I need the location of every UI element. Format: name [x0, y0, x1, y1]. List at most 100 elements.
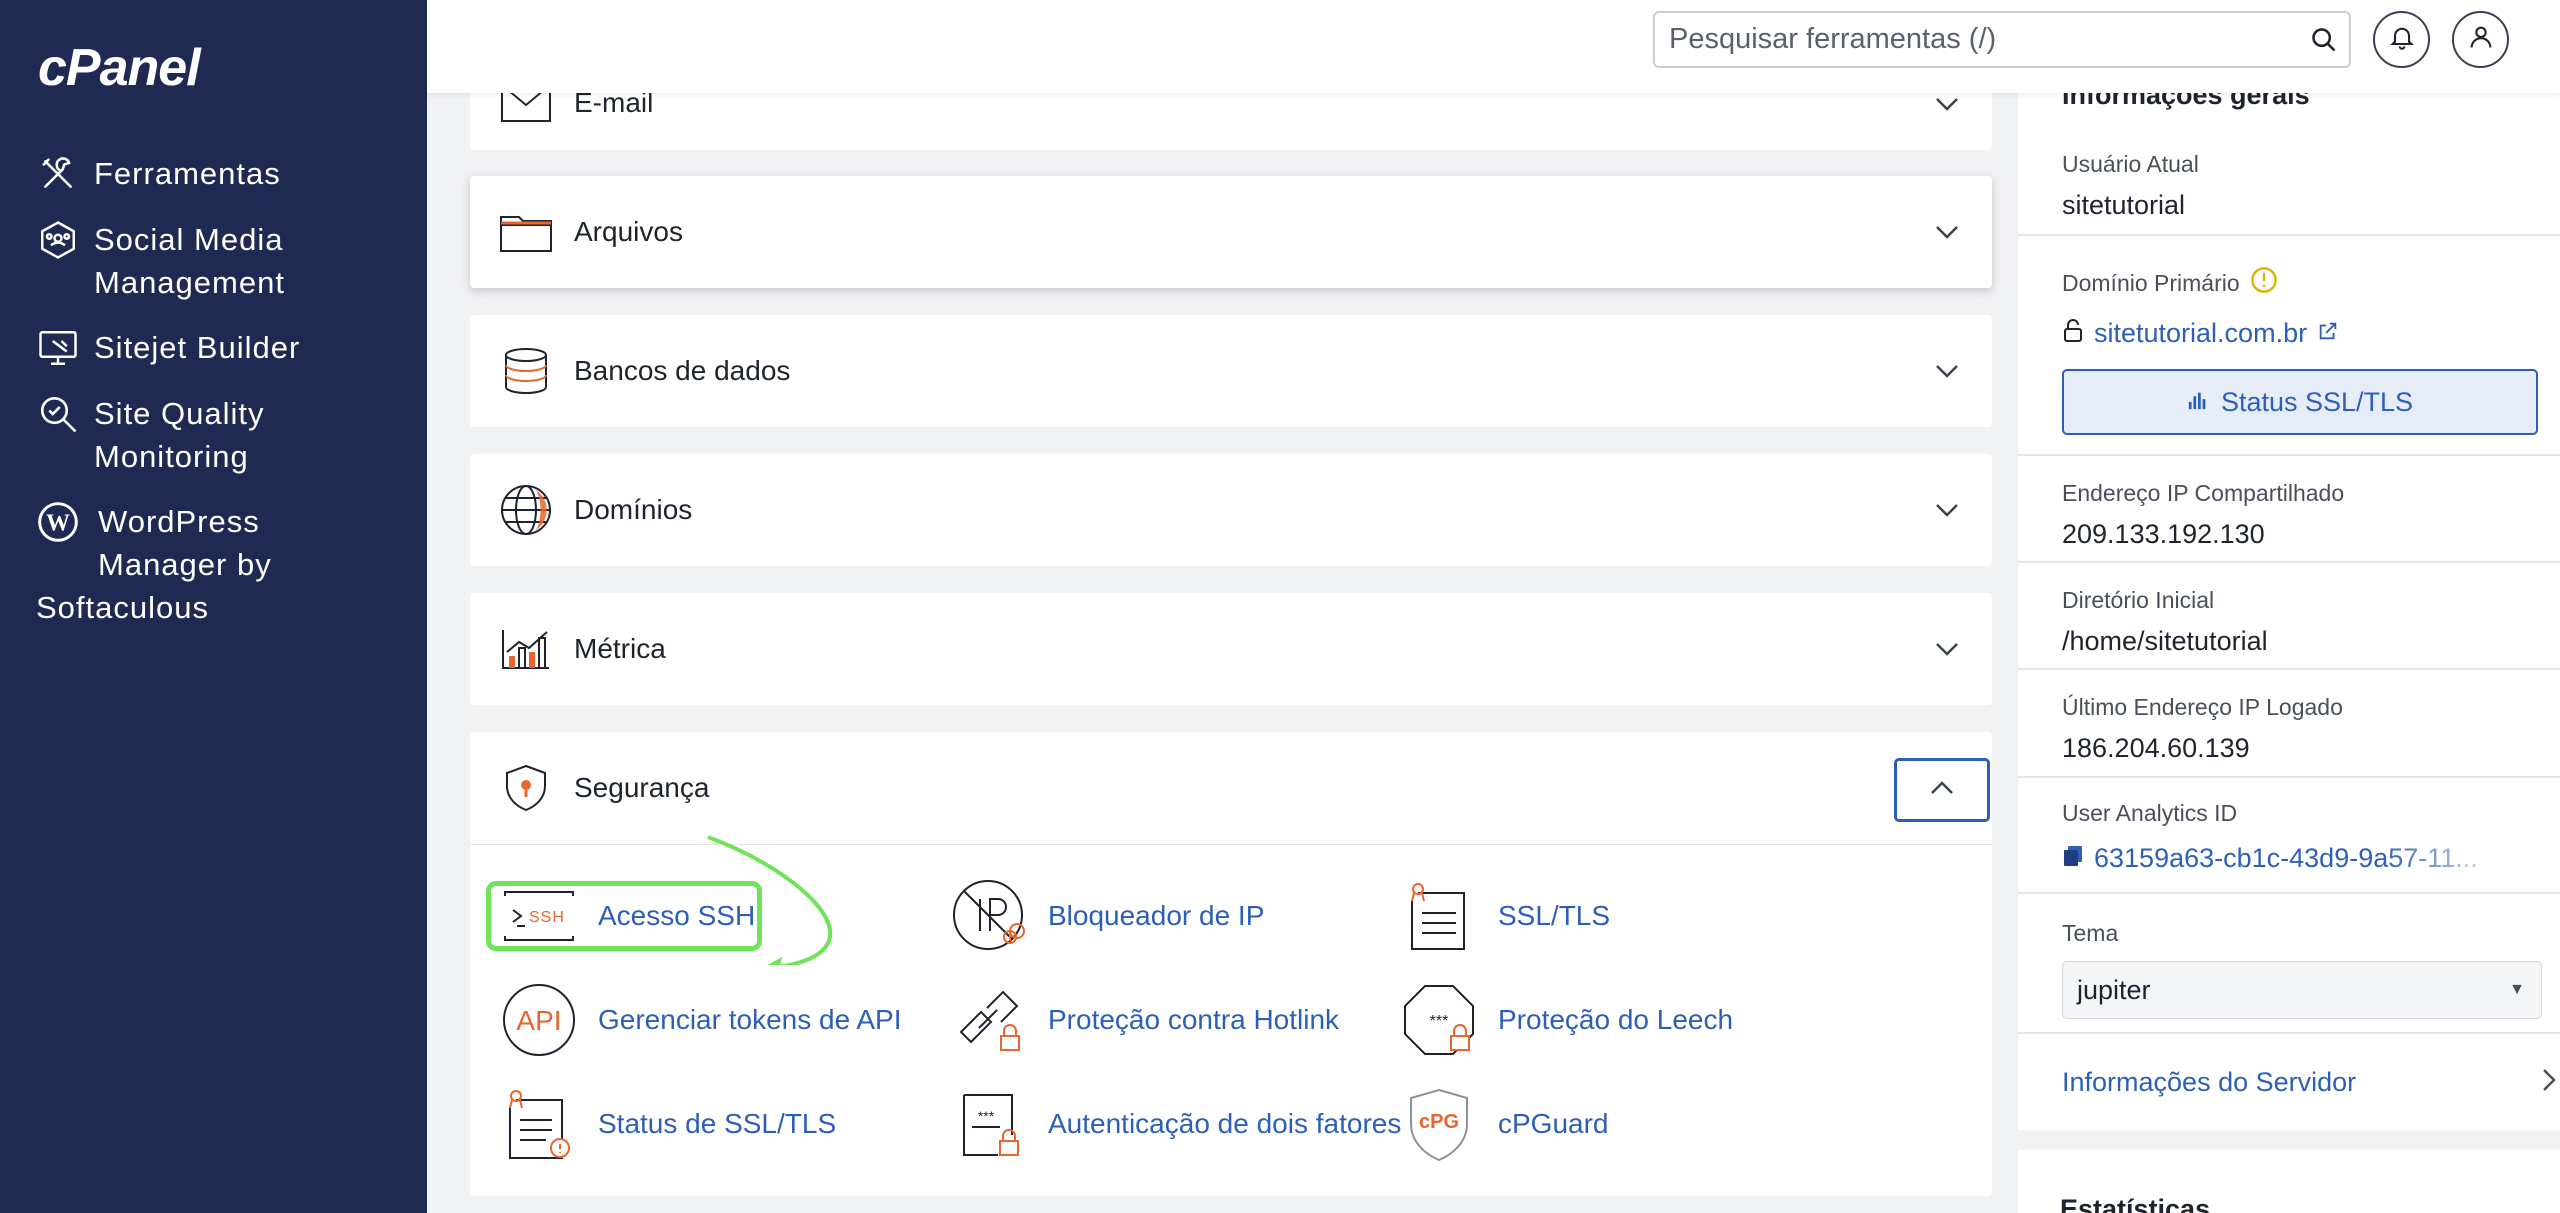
tool-label: Gerenciar tokens de API	[598, 1004, 902, 1035]
sidebar-item-label: WordPress	[98, 504, 260, 539]
analytics-id-value[interactable]: 63159a63-cb1c-43d9-9a57-11...	[2094, 843, 2478, 874]
chevron-right-icon	[2542, 1068, 2556, 1097]
tool-protecao-hotlink[interactable]: Proteção contra Hotlink	[950, 980, 1339, 1060]
sidebar-item-sitejet[interactable]: Sitejet Builder	[36, 326, 416, 370]
panel-dominios[interactable]: Domínios	[470, 454, 1992, 566]
chevron-up-icon	[1930, 780, 1954, 800]
dropdown-arrow-icon: ▼	[2509, 981, 2525, 998]
tool-label: Bloqueador de IP	[1048, 900, 1265, 931]
cpanel-logo[interactable]: cPanel	[38, 38, 201, 98]
svg-text:W: W	[46, 510, 70, 536]
panel-arquivos[interactable]: Arquivos	[470, 176, 1992, 288]
server-info-row[interactable]: Informações do Servidor	[2018, 1034, 2560, 1130]
warning-icon[interactable]	[2250, 266, 2278, 300]
sidebar-item-wordpress[interactable]: W WordPress Manager by Softaculous	[36, 500, 416, 629]
tool-label: Status de SSL/TLS	[598, 1108, 837, 1139]
sidebar-item-social-media[interactable]: Social Media Management	[36, 218, 416, 304]
chevron-down-icon[interactable]	[1932, 356, 1962, 386]
copy-icon[interactable]	[2062, 844, 2084, 873]
external-link-icon[interactable]	[2317, 320, 2339, 347]
two-factor-icon: ***	[950, 1085, 1028, 1163]
current-user-value: sitetutorial	[2062, 190, 2186, 220]
sidebar: cPanel Ferramentas Social Media Managemen…	[0, 0, 427, 1213]
cpguard-icon: cPG	[1400, 1085, 1478, 1163]
ssl-status-button-label: Status SSL/TLS	[2220, 386, 2414, 417]
chevron-down-icon[interactable]	[1932, 495, 1962, 525]
current-user-label: Usuário Atual	[2062, 151, 2199, 177]
sidebar-item-label: Sitejet Builder	[94, 330, 301, 365]
primary-domain-link[interactable]: sitetutorial.com.br	[2094, 318, 2307, 349]
info-panel-gap	[2018, 1130, 2560, 1150]
tool-protecao-leech[interactable]: *** Proteção do Leech	[1400, 980, 1733, 1060]
analytics-section: User Analytics ID 63159a63-cb1c-43d9-9a5…	[2018, 778, 2560, 894]
social-media-icon	[36, 218, 80, 262]
shared-ip-value: 209.133.192.130	[2062, 519, 2265, 549]
shared-ip-label: Endereço IP Compartilhado	[2062, 480, 2345, 506]
tool-gerenciar-tokens-api[interactable]: API Gerenciar tokens de API	[500, 980, 902, 1060]
search-input[interactable]	[1655, 23, 2299, 56]
ssl-certificate-icon	[1400, 877, 1478, 955]
primary-domain-section: Domínio Primário sitetutorial.com.br Sta…	[2018, 236, 2560, 456]
seguranca-tools-grid: SSH Acesso SSH Bloqueador de IP SSL/TLS …	[470, 835, 1992, 1162]
shared-ip-section: Endereço IP Compartilhado 209.133.192.13…	[2018, 456, 2560, 563]
annotation-arrow	[707, 835, 833, 965]
sidebar-item-ferramentas[interactable]: Ferramentas	[36, 152, 416, 196]
tool-autenticacao-dois-fatores[interactable]: *** Autenticação de dois fatores	[950, 1084, 1401, 1164]
sidebar-item-label: Management	[94, 265, 285, 300]
panel-title: Métrica	[574, 633, 666, 664]
svg-text:cPG: cPG	[1419, 1111, 1459, 1133]
api-icon: API	[500, 981, 578, 1059]
sidebar-item-label: Ferramentas	[94, 156, 281, 191]
notifications-button[interactable]	[2373, 11, 2430, 68]
chevron-down-icon[interactable]	[1932, 217, 1962, 247]
theme-select-value: jupiter	[2077, 974, 2151, 1005]
user-menu-button[interactable]	[2452, 11, 2509, 68]
tool-status-ssl-tls[interactable]: Status de SSL/TLS	[500, 1084, 836, 1164]
panel-metrica[interactable]: Métrica	[470, 593, 1992, 705]
panel-title: Bancos de dados	[574, 355, 791, 386]
info-panel: Informações gerais Usuário Atual sitetut…	[2018, 0, 2560, 1213]
primary-domain-label: Domínio Primário	[2062, 269, 2240, 296]
chevron-down-icon[interactable]	[1932, 89, 1962, 119]
svg-text:API: API	[516, 1005, 561, 1036]
home-dir-label: Diretório Inicial	[2062, 587, 2215, 613]
tool-label: Autenticação de dois fatores	[1048, 1108, 1402, 1139]
server-info-link[interactable]: Informações do Servidor	[2062, 1067, 2356, 1098]
user-icon	[2467, 23, 2495, 56]
chevron-down-icon[interactable]	[1932, 634, 1962, 664]
tool-label: cPGuard	[1498, 1108, 1609, 1139]
tools-icon	[36, 152, 80, 196]
top-bar	[427, 0, 2560, 93]
wordpress-icon: W	[36, 500, 80, 544]
panel-title: Segurança	[574, 772, 710, 803]
tool-cpguard[interactable]: cPG cPGuard	[1400, 1084, 1609, 1164]
tool-bloqueador-de-ip[interactable]: Bloqueador de IP	[950, 876, 1264, 956]
theme-label: Tema	[2062, 920, 2119, 946]
collapse-button[interactable]	[1894, 758, 1990, 822]
sidebar-item-site-quality[interactable]: Site Quality Monitoring	[36, 392, 416, 478]
tool-label: Proteção do Leech	[1498, 1004, 1734, 1035]
tool-label: SSL/TLS	[1498, 900, 1611, 931]
globe-icon	[498, 482, 554, 538]
sidebar-item-label: Softaculous	[36, 590, 209, 625]
home-dir-section: Diretório Inicial /home/sitetutorial	[2018, 563, 2560, 670]
panel-title: Arquivos	[574, 216, 683, 247]
sidebar-item-label: Social Media	[94, 222, 284, 257]
theme-select[interactable]: jupiter ▼	[2062, 961, 2542, 1019]
ssl-status-button[interactable]: Status SSL/TLS	[2062, 369, 2538, 435]
panel-bancos-de-dados[interactable]: Bancos de dados	[470, 315, 1992, 427]
search-icon[interactable]	[2299, 26, 2349, 54]
tool-ssl-tls[interactable]: SSL/TLS	[1400, 876, 1610, 956]
bar-chart-icon	[2187, 387, 2209, 418]
search-box[interactable]	[1653, 11, 2351, 68]
last-ip-label: Último Endereço IP Logado	[2062, 694, 2343, 720]
general-info-section: Informações gerais Usuário Atual sitetut…	[2018, 70, 2560, 236]
lock-icon	[2062, 319, 2084, 348]
svg-text:***: ***	[978, 1108, 995, 1124]
svg-text:***: ***	[1430, 1013, 1449, 1030]
panel-seguranca: Segurança SSH Acesso SSH Bloqueador de I…	[470, 732, 1992, 1196]
analytics-label: User Analytics ID	[2062, 800, 2238, 826]
site-quality-icon	[36, 392, 80, 436]
last-ip-section: Último Endereço IP Logado 186.204.60.139	[2018, 670, 2560, 778]
sidebar-item-label: Monitoring	[94, 439, 249, 474]
